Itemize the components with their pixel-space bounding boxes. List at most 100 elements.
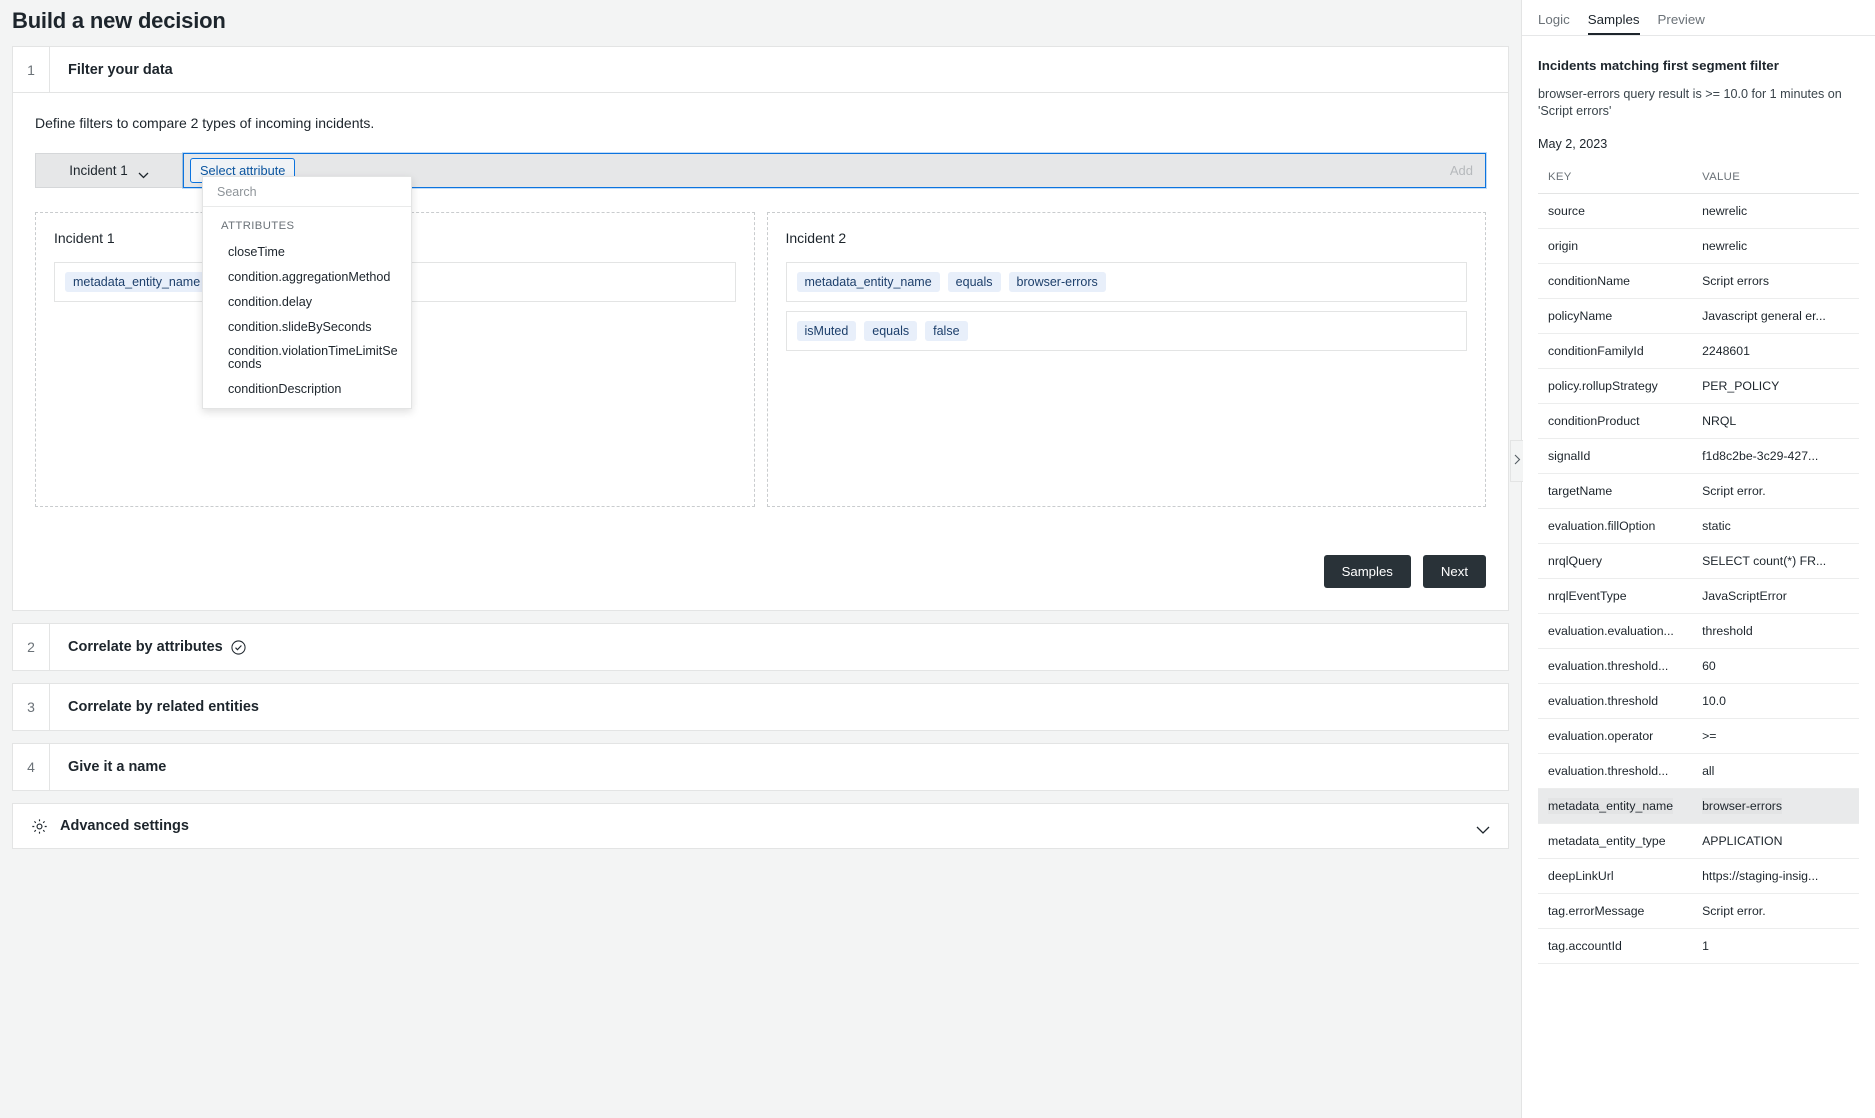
cell-key: targetName <box>1538 473 1693 510</box>
step-card-give-it-a-name[interactable]: 4 Give it a name <box>12 743 1509 791</box>
cell-key: tag.errorMessage <box>1538 893 1693 930</box>
step2-header[interactable]: 2 Correlate by attributes <box>13 624 1508 670</box>
dropdown-item[interactable]: condition.slideBySeconds <box>203 315 411 340</box>
cell-value: PER_POLICY <box>1692 368 1859 405</box>
cell-key: nrqlQuery <box>1538 543 1693 580</box>
cell-value: static <box>1692 508 1859 545</box>
column-header-key: KEY <box>1538 165 1693 195</box>
step2-title: Correlate by attributes <box>68 639 223 655</box>
step3-title-wrap: Correlate by related entities <box>50 684 259 730</box>
dropdown-group-label: ATTRIBUTES <box>221 220 295 232</box>
cell-value: >= <box>1692 718 1859 755</box>
table-row: metadata_entity_type APPLICATION <box>1538 823 1859 860</box>
check-circle-icon <box>231 639 246 655</box>
table-row: evaluation.threshold 10.0 <box>1538 683 1859 720</box>
tab-preview[interactable]: Preview <box>1658 12 1705 35</box>
step1-number: 1 <box>13 47 50 92</box>
panel-body: Incidents matching first segment filter … <box>1522 36 1875 1118</box>
panel-tabs: Logic Samples Preview <box>1522 0 1875 36</box>
search-input[interactable] <box>217 184 411 199</box>
filter-chip-attribute[interactable]: metadata_entity_name <box>796 272 940 292</box>
table-header-row: KEY VALUE <box>1538 165 1859 195</box>
step3-header[interactable]: 3 Correlate by related entities <box>13 684 1508 730</box>
cell-key: metadata_entity_type <box>1538 823 1693 860</box>
table-row: deepLinkUrl https://staging-insig... <box>1538 858 1859 895</box>
cell-key: conditionProduct <box>1538 403 1693 440</box>
table-row: nrqlEventType JavaScriptError <box>1538 578 1859 615</box>
dropdown-item[interactable]: condition.delay <box>203 290 411 315</box>
cell-key: evaluation.threshold... <box>1538 648 1693 685</box>
cell-key: evaluation.fillOption <box>1538 508 1693 545</box>
tab-logic[interactable]: Logic <box>1538 12 1570 35</box>
step3-title: Correlate by related entities <box>68 699 259 715</box>
table-row: evaluation.fillOption static <box>1538 508 1859 545</box>
dropdown-search-row[interactable] <box>203 177 411 207</box>
cell-value: threshold <box>1692 613 1859 650</box>
step1-header: 1 Filter your data <box>13 47 1508 93</box>
incident-2-clause-row-2[interactable]: isMuted equals false <box>785 311 1467 351</box>
cell-value: f1d8c2be-3c29-427... <box>1692 438 1859 475</box>
cell-value: newrelic <box>1692 193 1859 230</box>
cell-value: NRQL <box>1692 403 1859 440</box>
samples-button[interactable]: Samples <box>1323 555 1411 588</box>
filter-chip-operator[interactable]: equals <box>864 321 918 341</box>
filter-chip-operator[interactable]: equals <box>947 272 1001 292</box>
step1-title: Filter your data <box>68 61 173 78</box>
dropdown-item[interactable]: closeTime <box>203 240 411 265</box>
filter-chip-attribute[interactable]: metadata_entity_name <box>65 272 209 292</box>
cell-value: newrelic <box>1692 228 1859 265</box>
filter-chip-value[interactable]: browser-errors <box>1008 272 1106 292</box>
table-row: evaluation.evaluation... threshold <box>1538 613 1859 650</box>
step4-title: Give it a name <box>68 759 167 775</box>
table-row: policyName Javascript general er... <box>1538 298 1859 335</box>
cell-key: evaluation.threshold <box>1538 683 1693 720</box>
cell-key: policyName <box>1538 298 1693 335</box>
chevron-down-icon[interactable] <box>1476 822 1490 834</box>
table-row: tag.accountId 1 <box>1538 928 1859 965</box>
incident-select-dropdown[interactable]: Incident 1 <box>35 153 183 188</box>
filter-chip-attribute[interactable]: isMuted <box>796 321 857 341</box>
table-row: tag.errorMessage Script error. <box>1538 893 1859 930</box>
incident-2-clause-row-1[interactable]: metadata_entity_name equals browser-erro… <box>785 262 1467 302</box>
dropdown-item[interactable]: condition.aggregationMethod <box>203 265 411 290</box>
dropdown-item[interactable]: condition.violationTimeLimitSeconds <box>203 339 411 377</box>
samples-side-panel: Logic Samples Preview Incidents matching… <box>1510 0 1875 1118</box>
cell-key: signalId <box>1538 438 1693 475</box>
step-card-correlate-by-related-entities[interactable]: 3 Correlate by related entities <box>12 683 1509 731</box>
filter-description: Define filters to compare 2 types of inc… <box>35 115 375 131</box>
cell-key: source <box>1538 193 1693 230</box>
main-content: Build a new decision 1 Filter your data … <box>0 0 1521 1118</box>
cell-key: policy.rollupStrategy <box>1538 368 1693 405</box>
dropdown-item[interactable]: conditionFamilyId <box>203 402 411 409</box>
cell-key: origin <box>1538 228 1693 265</box>
cell-value: Script error. <box>1692 473 1859 510</box>
step1-title-wrap: Filter your data <box>50 47 173 92</box>
table-row: evaluation.threshold... all <box>1538 753 1859 790</box>
cell-value: 60 <box>1692 648 1859 685</box>
panel-collapse-handle[interactable] <box>1510 440 1523 482</box>
tab-samples[interactable]: Samples <box>1587 12 1640 35</box>
cell-value: Javascript general er... <box>1692 298 1859 335</box>
step2-title-wrap: Correlate by attributes <box>50 624 246 670</box>
cell-key: metadata_entity_name <box>1538 788 1693 825</box>
next-button[interactable]: Next <box>1422 555 1486 588</box>
table-row: evaluation.operator >= <box>1538 718 1859 755</box>
panel-heading: Incidents matching first segment filter <box>1538 58 1779 73</box>
table-row: conditionProduct NRQL <box>1538 403 1859 440</box>
cell-key: evaluation.threshold... <box>1538 753 1693 790</box>
cell-value: JavaScriptError <box>1692 578 1859 615</box>
cell-value: 1 <box>1692 928 1859 965</box>
dropdown-item[interactable]: conditionDescription <box>203 377 411 402</box>
filter-chip-value[interactable]: false <box>925 321 968 341</box>
attribute-dropdown-menu[interactable]: ATTRIBUTES closeTime condition.aggregati… <box>202 176 412 409</box>
table-row: evaluation.threshold... 60 <box>1538 648 1859 685</box>
cell-key: conditionFamilyId <box>1538 333 1693 370</box>
step-card-correlate-by-attributes[interactable]: 2 Correlate by attributes <box>12 623 1509 671</box>
panel-divider <box>1521 0 1522 1118</box>
page-title: Build a new decision <box>12 8 226 33</box>
incident-2-column: Incident 2 metadata_entity_name equals b… <box>766 212 1486 507</box>
step4-header[interactable]: 4 Give it a name <box>13 744 1508 790</box>
add-filter-button[interactable]: Add <box>1450 163 1473 178</box>
advanced-settings-card[interactable]: Advanced settings <box>12 803 1509 849</box>
cell-key: evaluation.evaluation... <box>1538 613 1693 650</box>
